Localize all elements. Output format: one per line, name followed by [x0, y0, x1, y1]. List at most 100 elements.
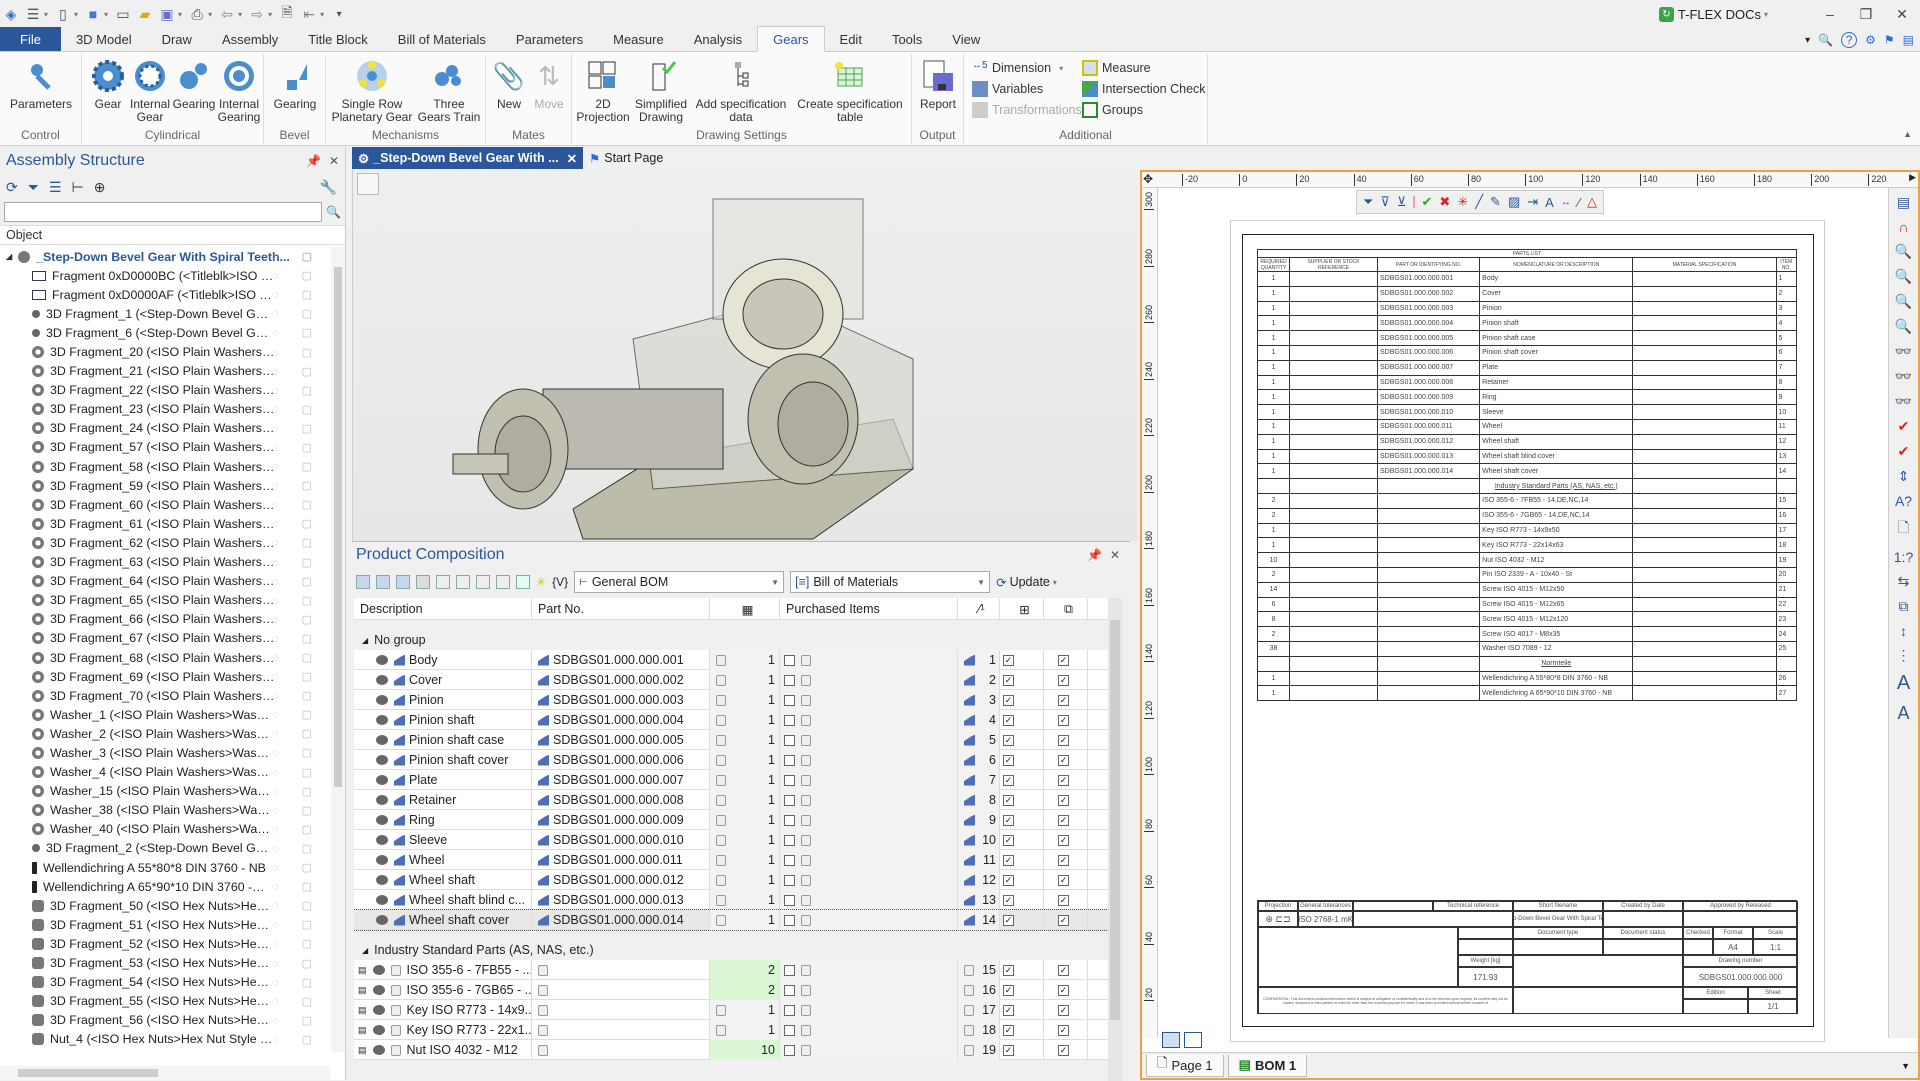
tree-item[interactable]: Nut_43 (<ISO Hex Nuts>Hex Nut Style 1 ..… [0, 1049, 330, 1052]
tree-item[interactable]: 3D Fragment_20 (<ISO Plain Washers>W...◌… [0, 342, 330, 361]
move-down-icon[interactable] [456, 575, 470, 589]
tree-item[interactable]: 3D Fragment_23 (<ISO Plain Washers>W...◌… [0, 400, 330, 419]
visibility-icons[interactable]: ◌ ▢ [272, 536, 322, 549]
show-checkbox[interactable]: ✓ [1058, 855, 1069, 866]
check-model-icon[interactable]: ✔ [1898, 418, 1910, 435]
column-show[interactable]: ⧉ [1044, 598, 1088, 620]
tree-item[interactable]: Washer_2 (<ISO Plain Washers>Washer ...◌… [0, 724, 330, 743]
include-checkbox[interactable]: ✓ [1003, 695, 1014, 706]
insert-row-icon[interactable] [376, 575, 390, 589]
2d-projection-button[interactable]: 2D Projection [576, 56, 630, 124]
tree-item[interactable]: 3D Fragment_70 (<ISO Plain Washers>W...◌… [0, 686, 330, 705]
table-row[interactable]: Pinion shaftSDBGS01.000.000.00414✓✓ [354, 710, 1110, 730]
three-gears-train-button[interactable]: Three Gears Train [416, 56, 482, 124]
table-row[interactable]: Wheel shaft coverSDBGS01.000.000.014114✓… [354, 910, 1110, 930]
ribbon-options-icon[interactable]: ▾ [1805, 35, 1810, 46]
tree-item[interactable]: 3D Fragment_50 (<ISO Hex Nuts>Hex N...◌ … [0, 896, 330, 915]
tab-file[interactable]: File [0, 27, 61, 51]
line-spacing-icon[interactable]: ↕ [1900, 623, 1907, 639]
include-checkbox[interactable]: ✓ [1003, 795, 1014, 806]
collapse-icon[interactable]: ◢ [362, 636, 368, 645]
new-document-icon[interactable]: ▯ [54, 5, 72, 23]
tab-3d-model[interactable]: 3D Model [61, 27, 147, 51]
visibility-icons[interactable]: ◌ ▢ [272, 479, 322, 492]
column-position[interactable]: ⁄¹ [958, 598, 1000, 620]
table-row[interactable]: CoverSDBGS01.000.000.00212✓✓ [354, 670, 1110, 690]
visibility-icons[interactable]: ◌ ▢ [272, 651, 322, 664]
tree-item[interactable]: 3D Fragment_59 (<ISO Plain Washers>W...◌… [0, 476, 330, 495]
include-checkbox[interactable]: ✓ [1003, 875, 1014, 886]
column-header-object[interactable]: Object [0, 225, 345, 245]
visibility-icons[interactable]: ◌ ▢ [272, 689, 322, 702]
visibility-icons[interactable]: ◌ ▢ [272, 632, 322, 645]
move-view-icon[interactable]: ✥ [1143, 172, 1153, 186]
visibility-icons[interactable]: ◌ ▢ [272, 346, 322, 359]
visibility-icons[interactable]: ◌ ▢ [272, 727, 322, 740]
include-checkbox[interactable]: ✓ [1003, 985, 1014, 996]
expand-icon[interactable]: ▤ [358, 965, 367, 976]
close-tab-icon[interactable]: ✕ [567, 151, 577, 166]
visibility-icons[interactable]: ◌ ▢ [272, 861, 322, 874]
refresh-icon[interactable]: ⟳ [6, 179, 18, 196]
tree-item[interactable]: 3D Fragment_22 (<ISO Plain Washers>W...◌… [0, 381, 330, 400]
tree-view-icon[interactable]: ⊢ [72, 179, 84, 196]
new-page-icon[interactable]: 🗋 [1898, 517, 1909, 541]
fragment-icon[interactable]: ⇥ [1527, 194, 1538, 210]
column-purchased-items[interactable]: Purchased Items [780, 598, 958, 620]
visibility-icons[interactable]: ◌ ▢ [272, 307, 322, 320]
reset-filter-icon[interactable]: ✖ [1439, 194, 1450, 210]
purchased-checkbox[interactable] [784, 1025, 795, 1036]
visibility-icons[interactable]: ◌ ▢ [272, 403, 322, 416]
zoom-all-icon[interactable]: 🔍 [1895, 268, 1912, 285]
table-row[interactable]: PinionSDBGS01.000.000.00313✓✓ [354, 690, 1110, 710]
search-input[interactable] [4, 202, 322, 222]
text-icon[interactable]: A [1545, 195, 1554, 210]
tree-item[interactable]: Washer_38 (<ISO Plain Washers>Washer...◌… [0, 801, 330, 820]
remove-row-icon[interactable] [396, 575, 410, 589]
column-quantity[interactable]: ▦ [710, 598, 780, 620]
grid-spacing-icon[interactable]: ⋮ [1897, 647, 1911, 664]
magnet-snap-icon[interactable]: ∩ [1898, 219, 1908, 235]
vertical-scrollbar[interactable] [331, 247, 345, 1052]
purchased-checkbox[interactable] [784, 855, 795, 866]
tab-edit[interactable]: Edit [825, 27, 877, 51]
search-icon[interactable]: 🔍 [326, 205, 341, 219]
horizontal-scrollbar[interactable] [0, 1066, 330, 1080]
table-icon[interactable] [416, 575, 430, 589]
close-panel-icon[interactable]: ✕ [329, 154, 339, 168]
parameters-button[interactable]: Parameters [6, 56, 76, 111]
table-row[interactable]: ▤Key ISO R773 - 14x9...117✓✓ [354, 1000, 1110, 1020]
purchased-checkbox[interactable] [784, 985, 795, 996]
configuration-select[interactable]: ⊢ General BOM▼ [574, 571, 784, 593]
purchased-checkbox[interactable] [784, 655, 795, 666]
show-checkbox[interactable]: ✓ [1058, 985, 1069, 996]
table-row[interactable]: Wheel shaftSDBGS01.000.000.012112✓✓ [354, 870, 1110, 890]
tree-item[interactable]: 3D Fragment_65 (<ISO Plain Washers>W...◌… [0, 591, 330, 610]
internal-gearing-button[interactable]: Internal Gearing [216, 56, 262, 124]
drawing-view[interactable]: -20020406080100120140160180200220 300280… [1140, 170, 1920, 1080]
sketch-icon[interactable]: ✎ [1490, 194, 1501, 210]
visibility-icons[interactable]: ◌ ▢ [272, 899, 322, 912]
move-up-icon[interactable] [436, 575, 450, 589]
include-checkbox[interactable]: ✓ [1003, 895, 1014, 906]
tolerance-icon[interactable]: △ [1587, 194, 1597, 210]
purchased-checkbox[interactable] [784, 675, 795, 686]
add-specification-data-button[interactable]: Add specification data [692, 56, 790, 124]
tree-item[interactable]: 3D Fragment_1 (<Step-Down Bevel Gear...◌… [0, 304, 330, 323]
visibility-icons[interactable]: ◌ ▢ [272, 708, 322, 721]
visibility-icons[interactable]: ◌ ▢ [272, 995, 322, 1008]
tab-title-block[interactable]: Title Block [293, 27, 382, 51]
groups-button[interactable]: Groups [1082, 100, 1143, 120]
visibility-icons[interactable]: ◌ ▢ [272, 1033, 322, 1046]
purchased-checkbox[interactable] [784, 815, 795, 826]
purchased-checkbox[interactable] [784, 695, 795, 706]
visibility-icons[interactable]: ◌ ▢ [272, 880, 322, 893]
variables-button[interactable]: Variables [972, 79, 1043, 99]
app-logo-icon[interactable]: ◈ [2, 5, 20, 23]
composition-scrollbar[interactable] [1108, 598, 1122, 1081]
visibility-icons[interactable]: ◌ ▢ [272, 326, 322, 339]
tree-item[interactable]: 3D Fragment_58 (<ISO Plain Washers>W...◌… [0, 457, 330, 476]
filter-icon[interactable]: ⏷ [28, 179, 39, 196]
tree-item[interactable]: Fragment 0xD0000BC (<Titleblk>ISO 720...… [0, 266, 330, 285]
close-panel-icon[interactable]: ✕ [1110, 548, 1120, 562]
